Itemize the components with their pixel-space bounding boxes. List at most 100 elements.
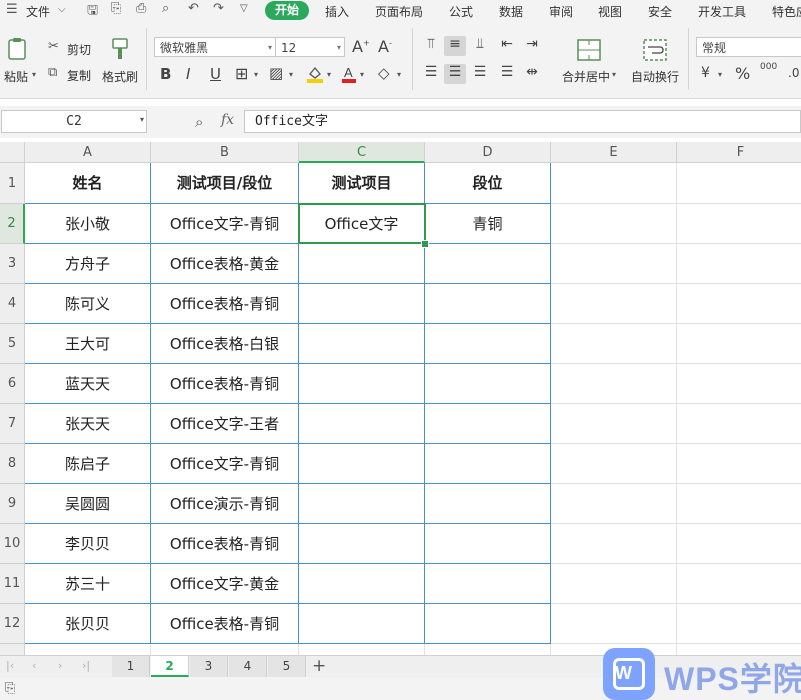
chevron-down-icon[interactable]: ▾: [254, 70, 258, 79]
decrease-font-icon[interactable]: A-: [378, 37, 392, 56]
currency-icon[interactable]: ¥: [701, 65, 710, 81]
row-header-1[interactable]: 1: [0, 163, 25, 204]
tab-security[interactable]: 安全: [648, 3, 672, 20]
format-painter-icon[interactable]: [110, 37, 130, 61]
cell-a6[interactable]: 蓝天天: [25, 364, 151, 404]
cell-e11[interactable]: [551, 564, 677, 604]
cell-b12[interactable]: Office表格-青铜: [151, 604, 299, 644]
cell-f11[interactable]: [677, 564, 801, 604]
print-icon[interactable]: ⎙: [136, 1, 146, 16]
add-sheet-button[interactable]: +: [312, 656, 326, 676]
cell-d2[interactable]: 青铜: [425, 204, 551, 244]
cell-a3[interactable]: 方舟子: [25, 244, 151, 284]
cell-f2[interactable]: [677, 204, 801, 244]
cell-c2[interactable]: Office文字: [299, 204, 425, 244]
font-size-select[interactable]: 12 ▾: [275, 37, 345, 57]
cell-f6[interactable]: [677, 364, 801, 404]
cell-d10[interactable]: [425, 524, 551, 564]
clear-format-icon[interactable]: ◇: [378, 64, 390, 82]
cell-b8[interactable]: Office文字-青铜: [151, 444, 299, 484]
cell-a10[interactable]: 李贝贝: [25, 524, 151, 564]
cell-c5[interactable]: [299, 324, 425, 364]
cell-b1[interactable]: 测试项目/段位: [151, 163, 299, 204]
row-header-7[interactable]: 7: [0, 404, 25, 444]
cell-d12[interactable]: [425, 604, 551, 644]
sheet-tab-5[interactable]: 5: [268, 656, 306, 677]
align-left-icon[interactable]: ☰: [421, 64, 441, 84]
wrap-text-icon[interactable]: [643, 39, 667, 61]
sheet-tab-2[interactable]: 2: [151, 656, 189, 677]
decrease-indent-icon[interactable]: ⇤: [497, 36, 517, 56]
column-header-d[interactable]: D: [425, 142, 551, 163]
fill-color-icon[interactable]: [306, 64, 324, 84]
cell-f9[interactable]: [677, 484, 801, 524]
format-painter-label[interactable]: 格式刷: [102, 68, 138, 85]
select-all-corner[interactable]: [0, 142, 25, 163]
cell-c10[interactable]: [299, 524, 425, 564]
chevron-down-icon[interactable]: ▾: [140, 115, 144, 124]
zoom-formula-icon[interactable]: ⌕: [195, 113, 203, 131]
cell-b6[interactable]: Office表格-青铜: [151, 364, 299, 404]
save-icon[interactable]: 🖫: [87, 1, 98, 23]
borders-icon[interactable]: ⊞: [235, 64, 248, 83]
cell-c7[interactable]: [299, 404, 425, 444]
cell-c4[interactable]: [299, 284, 425, 324]
align-middle-icon[interactable]: ≡: [444, 36, 466, 56]
cell-e5[interactable]: [551, 324, 677, 364]
chevron-down-icon[interactable]: ▾: [612, 70, 616, 79]
cell-a7[interactable]: 张天天: [25, 404, 151, 444]
sheet-tab-4[interactable]: 4: [229, 656, 267, 677]
cell-d5[interactable]: [425, 324, 551, 364]
cut-label[interactable]: 剪切: [67, 41, 91, 58]
cell-a2[interactable]: 张小敬: [25, 204, 151, 244]
wrap-text-label[interactable]: 自动换行: [631, 68, 679, 85]
cell-d4[interactable]: [425, 284, 551, 324]
align-bottom-icon[interactable]: ⫫: [470, 36, 490, 56]
cell-f4[interactable]: [677, 284, 801, 324]
chevron-down-icon[interactable]: ⌵: [58, 4, 66, 15]
cell-e8[interactable]: [551, 444, 677, 484]
column-header-a[interactable]: A: [25, 142, 151, 163]
cell-c6[interactable]: [299, 364, 425, 404]
cell-f12[interactable]: [677, 604, 801, 644]
row-header-4[interactable]: 4: [0, 284, 25, 324]
cell-a11[interactable]: 苏三十: [25, 564, 151, 604]
sheet-tab-1[interactable]: 1: [112, 656, 150, 677]
tab-data[interactable]: 数据: [499, 3, 523, 20]
cell-c13[interactable]: [299, 644, 425, 655]
cell-a5[interactable]: 王大可: [25, 324, 151, 364]
cell-f3[interactable]: [677, 244, 801, 284]
cell-e7[interactable]: [551, 404, 677, 444]
row-header-2[interactable]: 2: [0, 204, 25, 244]
distributed-align-icon[interactable]: ⇹: [522, 64, 542, 84]
cell-c3[interactable]: [299, 244, 425, 284]
name-box[interactable]: C2: [1, 110, 147, 133]
cell-b3[interactable]: Office表格-黄金: [151, 244, 299, 284]
tab-page-layout[interactable]: 页面布局: [375, 3, 423, 20]
cell-b11[interactable]: Office文字-黄金: [151, 564, 299, 604]
column-header-c[interactable]: C: [299, 142, 425, 163]
cell-d11[interactable]: [425, 564, 551, 604]
row-header-13[interactable]: 13: [0, 644, 25, 655]
cell-d6[interactable]: [425, 364, 551, 404]
cell-f7[interactable]: [677, 404, 801, 444]
export-pdf-icon[interactable]: ⎘: [111, 1, 121, 16]
chevron-down-icon[interactable]: ▾: [289, 70, 293, 79]
tab-home[interactable]: 开始: [265, 1, 309, 20]
cell-e3[interactable]: [551, 244, 677, 284]
increase-decimal-button[interactable]: .0: [788, 66, 799, 80]
chevron-down-icon[interactable]: ▾: [718, 70, 722, 79]
cell-a8[interactable]: 陈启子: [25, 444, 151, 484]
column-header-e[interactable]: E: [551, 142, 677, 163]
cell-d1[interactable]: 段位: [425, 163, 551, 204]
percent-button[interactable]: %: [735, 64, 750, 83]
fx-button[interactable]: fx: [221, 112, 234, 128]
cell-b5[interactable]: Office表格-白银: [151, 324, 299, 364]
cell-e9[interactable]: [551, 484, 677, 524]
cell-e10[interactable]: [551, 524, 677, 564]
cell-e12[interactable]: [551, 604, 677, 644]
fill-pattern-icon[interactable]: ▨: [269, 64, 283, 82]
cell-d8[interactable]: [425, 444, 551, 484]
paste-label[interactable]: 粘贴: [4, 68, 28, 85]
paste-dropdown-icon[interactable]: ▾: [32, 70, 36, 79]
